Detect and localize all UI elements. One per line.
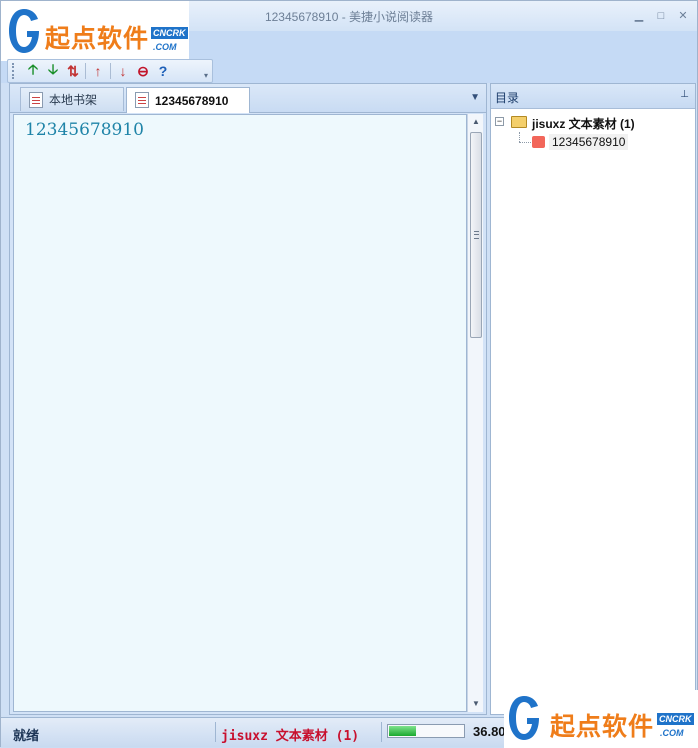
pin-icon[interactable]: ⊥ bbox=[680, 89, 689, 100]
document-icon bbox=[135, 92, 149, 108]
tree-connector bbox=[519, 132, 520, 142]
reading-area[interactable]: 12345678910 bbox=[13, 114, 467, 712]
logo-icon bbox=[9, 9, 39, 53]
toc-tree: − jisuxz 文本素材 (1) 12345678910 bbox=[491, 112, 695, 150]
logo-domain: .COM bbox=[153, 42, 177, 52]
status-divider bbox=[215, 722, 216, 742]
document-pane: 本地书架 12345678910 ▼ 12345678910 ▲ ▼ bbox=[9, 83, 487, 715]
toolbar-overflow-icon[interactable]: ▾ bbox=[201, 71, 211, 81]
window-controls: ▁ □ ✕ bbox=[633, 10, 689, 22]
tree-folder-row[interactable]: − jisuxz 文本素材 (1) 12345678910 bbox=[491, 112, 695, 150]
tree-item-book[interactable]: 12345678910 bbox=[549, 134, 629, 150]
reading-progress-bar bbox=[387, 724, 465, 738]
tab-label: 12345678910 bbox=[155, 93, 229, 108]
logo-badge: CNCRK bbox=[151, 27, 188, 39]
close-button[interactable]: ✕ bbox=[677, 10, 689, 22]
scroll-up-icon[interactable]: ▲ bbox=[468, 114, 484, 130]
tree-connector bbox=[519, 142, 531, 143]
stop-icon[interactable]: ⊖ bbox=[133, 61, 153, 81]
scroll-thumb[interactable] bbox=[470, 132, 482, 338]
collapse-icon[interactable]: − bbox=[495, 117, 504, 126]
tab-strip: 本地书架 12345678910 ▼ bbox=[10, 84, 486, 113]
tab-label: 本地书架 bbox=[49, 93, 98, 107]
status-divider bbox=[381, 722, 382, 742]
toc-title: 目录 bbox=[495, 91, 520, 105]
folder-label: jisuxz 文本素材 (1) bbox=[532, 117, 635, 131]
toolbar-grip[interactable] bbox=[12, 63, 17, 79]
maximize-button[interactable]: □ bbox=[655, 10, 667, 22]
toolbar-separator bbox=[110, 63, 111, 79]
progress-fill bbox=[389, 726, 416, 736]
book-icon bbox=[532, 136, 545, 148]
toolbar-separator bbox=[85, 63, 86, 79]
status-current-book: jisuxz 文本素材 (1) bbox=[221, 729, 360, 744]
move-down-green-icon[interactable]: 🡣 bbox=[43, 61, 63, 81]
watermark-logo-bottom: 起点软件 CNCRK .COM bbox=[504, 690, 698, 748]
tab-list-dropdown-icon[interactable]: ▼ bbox=[470, 92, 480, 103]
logo-icon bbox=[509, 696, 539, 740]
logo-text: 起点软件 bbox=[45, 24, 150, 53]
scroll-down-icon[interactable]: ▼ bbox=[468, 696, 484, 712]
arrow-up-red-icon[interactable]: ↑ bbox=[88, 61, 108, 81]
folder-open-icon bbox=[511, 116, 527, 128]
scroll-grip-icon bbox=[474, 231, 479, 239]
arrow-down-red-icon[interactable]: ↓ bbox=[113, 61, 133, 81]
help-icon[interactable]: ? bbox=[153, 61, 173, 81]
document-icon bbox=[29, 92, 43, 108]
status-ready-text: 就绪 bbox=[13, 728, 40, 743]
quick-toolbar: 🡡 🡣 ⇅ ↑ ↓ ⊖? ▾ bbox=[7, 59, 213, 83]
watermark-logo-top: 起点软件 CNCRK .COM bbox=[1, 1, 189, 61]
toc-header: 目录 ⊥ bbox=[491, 84, 695, 109]
logo-badge: CNCRK bbox=[657, 713, 694, 725]
vertical-scrollbar[interactable]: ▲ ▼ bbox=[467, 114, 483, 712]
sort-icon[interactable]: ⇅ bbox=[63, 61, 83, 81]
minimize-button[interactable]: ▁ bbox=[633, 10, 645, 22]
logo-domain: .COM bbox=[660, 728, 684, 738]
move-up-green-icon[interactable]: 🡡 bbox=[23, 61, 43, 81]
toc-pane: 目录 ⊥ − jisuxz 文本素材 (1) 12345678910 bbox=[490, 83, 696, 715]
status-percent: 36.80 bbox=[473, 724, 506, 739]
tab-local-bookshelf[interactable]: 本地书架 bbox=[20, 87, 124, 111]
app-window: 12345678910 - 美捷小说阅读器 ▁ □ ✕ 起点软件 CNCRK .… bbox=[0, 0, 698, 748]
logo-text: 起点软件 bbox=[550, 712, 655, 741]
document-text: 12345678910 bbox=[25, 120, 144, 140]
tab-current-book[interactable]: 12345678910 bbox=[126, 87, 250, 113]
